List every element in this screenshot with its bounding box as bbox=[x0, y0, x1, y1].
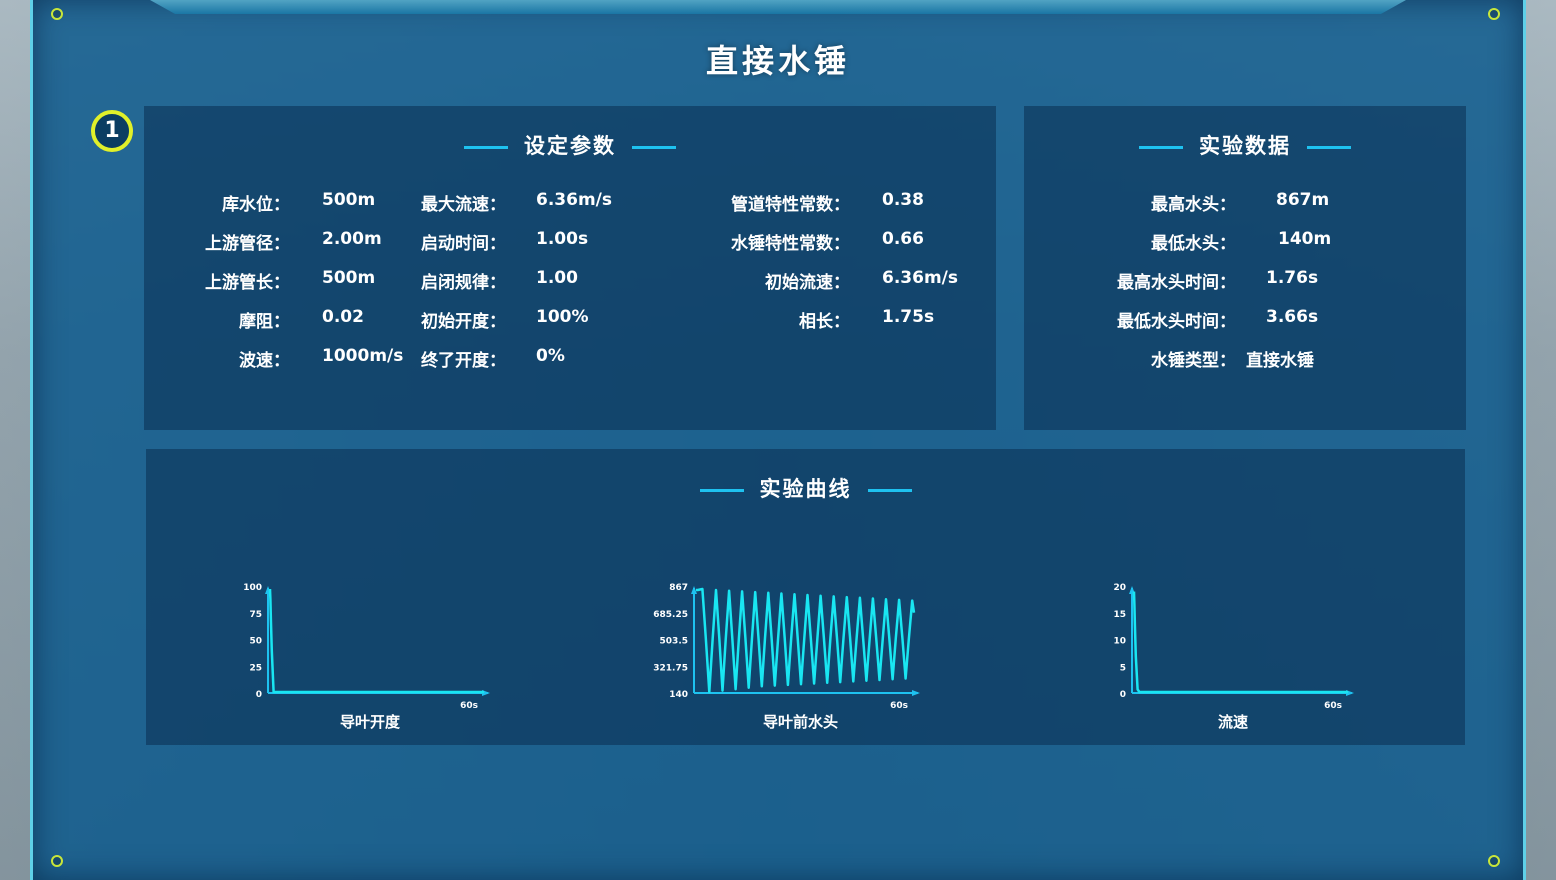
settings-col3-row-0-label: 管道特性常数： bbox=[731, 195, 850, 215]
settings-col1-row-4-label: 波速： bbox=[239, 351, 290, 371]
x-tick-label: 60s bbox=[460, 701, 478, 711]
results-row-2-label: 最高水头时间： bbox=[1117, 273, 1236, 293]
results-panel: 实验数据 最高水头： 867m 最低水头： 140m 最高水头时间： 1.76s 最低水头时… bbox=[1024, 106, 1466, 430]
x-tick-label: 60s bbox=[1324, 701, 1342, 711]
results-row-1-label: 最低水头： bbox=[1151, 234, 1236, 254]
settings-col2-row-4-label: 终了开度： bbox=[421, 351, 506, 371]
settings-col3-row-2-value: 6.36m/s bbox=[882, 268, 958, 288]
y-tick-label: 503.5 bbox=[660, 637, 688, 647]
results-row-0-label: 最高水头： bbox=[1151, 195, 1236, 215]
y-tick-label: 75 bbox=[249, 610, 262, 620]
settings-col3-row-2-label: 初始流速： bbox=[765, 273, 850, 293]
corner-screw-icon bbox=[1488, 8, 1500, 20]
chart-0: 100 75 50 25 0 60s bbox=[240, 583, 490, 717]
settings-heading-text: 设定参数 bbox=[524, 134, 616, 158]
results-row-3-label: 最低水头时间： bbox=[1117, 312, 1236, 332]
results-heading-text: 实验数据 bbox=[1199, 134, 1291, 158]
y-tick-label: 0 bbox=[1120, 690, 1126, 700]
results-row-3-value: 3.66s bbox=[1266, 307, 1319, 327]
settings-col3-row-3-value: 1.75s bbox=[882, 307, 935, 327]
page-title: 直接水锤 bbox=[705, 42, 850, 80]
chart-svg: 867 685.25 503.5 321.75 140 60s bbox=[653, 583, 920, 711]
settings-col1-row-1-label: 上游管径： bbox=[205, 234, 290, 254]
chart-2: 20 15 10 5 0 60s bbox=[1104, 583, 1354, 717]
y-tick-label: 50 bbox=[249, 637, 262, 647]
chart-1: 867 685.25 503.5 321.75 140 60s bbox=[653, 583, 920, 717]
y-tick-label: 140 bbox=[669, 690, 688, 700]
settings-panel: 设定参数 库水位： 500m 上游管径： 2.00m 上游管长： 500m 摩阻： 0.02 波… bbox=[144, 106, 996, 430]
results-row-4-label: 水锤类型： bbox=[1151, 351, 1236, 371]
settings-col2-row-4-value: 0% bbox=[536, 346, 565, 366]
settings-col2-row-0-label: 最大流速： bbox=[421, 195, 506, 215]
chart-caption: 导叶开度 bbox=[340, 713, 401, 731]
settings-col2-row-1-value: 1.00s bbox=[536, 229, 589, 249]
frame-top-trim bbox=[150, 0, 1406, 14]
corner-screw-icon bbox=[51, 855, 63, 867]
x-tick-label: 60s bbox=[890, 701, 908, 711]
y-tick-label: 867 bbox=[669, 583, 688, 593]
results-row-2-value: 1.76s bbox=[1266, 268, 1319, 288]
settings-col2-row-3-value: 100% bbox=[536, 307, 589, 327]
curves-heading-text: 实验曲线 bbox=[759, 477, 852, 501]
x-axis-arrow-icon bbox=[912, 690, 920, 696]
series-line bbox=[696, 587, 916, 694]
y-tick-label: 5 bbox=[1120, 663, 1126, 673]
settings-col2-row-2-label: 启闭规律： bbox=[421, 273, 506, 293]
settings-col1-row-0-label: 库水位： bbox=[222, 195, 290, 215]
chart-caption: 流速 bbox=[1218, 713, 1249, 731]
settings-col2-row-3-label: 初始开度： bbox=[421, 312, 506, 332]
settings-heading: 设定参数 bbox=[144, 130, 996, 160]
settings-col1-row-2-label: 上游管长： bbox=[205, 273, 290, 293]
corner-screw-icon bbox=[1488, 855, 1500, 867]
results-row-1-value: 140m bbox=[1278, 229, 1332, 249]
y-tick-label: 100 bbox=[243, 583, 262, 593]
corner-screw-icon bbox=[51, 8, 63, 20]
settings-col3-row-1-label: 水锤特性常数： bbox=[731, 234, 850, 254]
settings-col1-row-0-value: 500m bbox=[322, 190, 376, 210]
heading-line-right bbox=[867, 488, 912, 492]
series-line bbox=[1132, 591, 1348, 694]
settings-col1-row-3-label: 摩阻： bbox=[239, 312, 290, 332]
settings-col1-row-4-value: 1000m/s bbox=[322, 346, 404, 366]
settings-col3-row-1-value: 0.66 bbox=[882, 229, 924, 249]
settings-col1-row-1-value: 2.00m bbox=[322, 229, 382, 249]
settings-col3-row-0-value: 0.38 bbox=[882, 190, 924, 210]
y-tick-label: 10 bbox=[1113, 637, 1126, 647]
settings-col2-row-1-label: 启动时间： bbox=[421, 234, 506, 254]
y-tick-label: 15 bbox=[1113, 610, 1126, 620]
y-tick-label: 685.25 bbox=[653, 610, 688, 620]
y-tick-label: 20 bbox=[1113, 583, 1126, 593]
settings-col3-row-3-label: 相长： bbox=[799, 312, 850, 332]
y-tick-label: 321.75 bbox=[653, 663, 688, 673]
settings-col1-row-3-value: 0.02 bbox=[322, 307, 364, 327]
settings-col2-row-0-value: 6.36m/s bbox=[536, 190, 612, 210]
chart-svg: 20 15 10 5 0 60s bbox=[1113, 583, 1354, 711]
settings-col1-row-2-value: 500m bbox=[322, 268, 376, 288]
curves-heading: 实验曲线 bbox=[146, 473, 1465, 503]
y-tick-label: 25 bbox=[249, 663, 262, 673]
chart-caption: 导叶前水头 bbox=[763, 713, 839, 731]
heading-line-left bbox=[1139, 145, 1183, 149]
heading-line-left bbox=[464, 145, 508, 149]
heading-line-right bbox=[1307, 145, 1351, 149]
y-tick-label: 0 bbox=[256, 690, 262, 700]
heading-line-right bbox=[632, 145, 676, 149]
results-row-4-value: 直接水锤 bbox=[1246, 351, 1314, 371]
results-heading: 实验数据 bbox=[1024, 130, 1466, 160]
results-row-0-value: 867m bbox=[1276, 190, 1330, 210]
series-line bbox=[268, 588, 484, 694]
chart-svg: 100 75 50 25 0 60s bbox=[243, 583, 490, 711]
step-badge[interactable]: 1 bbox=[91, 110, 133, 152]
heading-line-left bbox=[699, 488, 744, 492]
settings-col2-row-2-value: 1.00 bbox=[536, 268, 578, 288]
